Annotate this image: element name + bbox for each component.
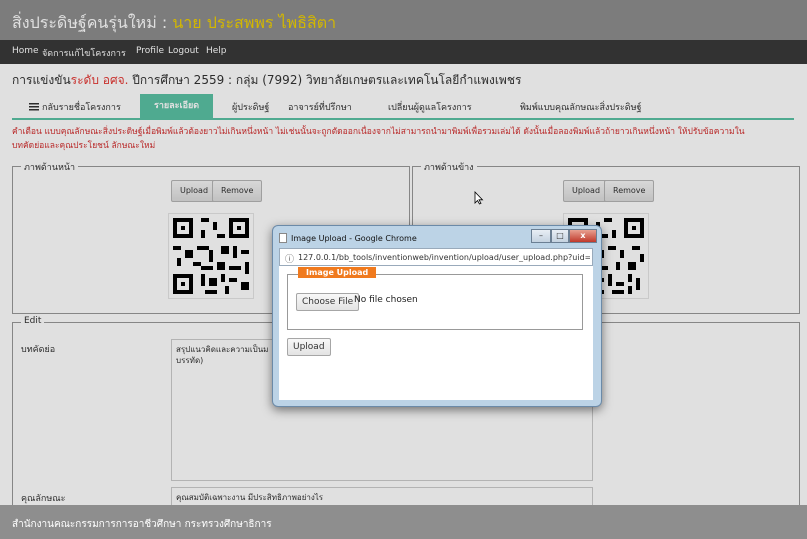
image-upload-fieldset: Image Upload Choose File No file chosen [287,267,583,330]
page-footer: สำนักงานคณะกรรมการการอาชีวศึกษา กระทรวงศ… [0,505,807,539]
file-status-text: No file chosen [354,295,418,305]
popup-title: Image Upload - Google Chrome [291,234,417,243]
popup-content: Image Upload Choose File No file chosen … [279,266,593,400]
close-button[interactable]: x [569,229,597,243]
mouse-cursor-icon [474,191,484,205]
address-url: 127.0.0.1/bb_tools/inventionweb/inventio… [298,253,590,262]
document-icon [279,233,287,243]
image-upload-popup-window: Image Upload - Google Chrome – □ x ⓘ 127… [272,225,602,407]
footer-text: สำนักงานคณะกรรมการการอาชีวศึกษา กระทรวงศ… [12,519,272,530]
address-bar[interactable]: ⓘ 127.0.0.1/bb_tools/inventionweb/invent… [279,248,593,266]
image-upload-legend: Image Upload [298,267,377,278]
maximize-button[interactable]: □ [551,229,569,243]
popup-upload-button[interactable]: Upload [287,338,331,356]
info-icon: ⓘ [285,255,295,265]
choose-file-button[interactable]: Choose File [296,293,360,311]
minimize-button[interactable]: – [531,229,551,243]
